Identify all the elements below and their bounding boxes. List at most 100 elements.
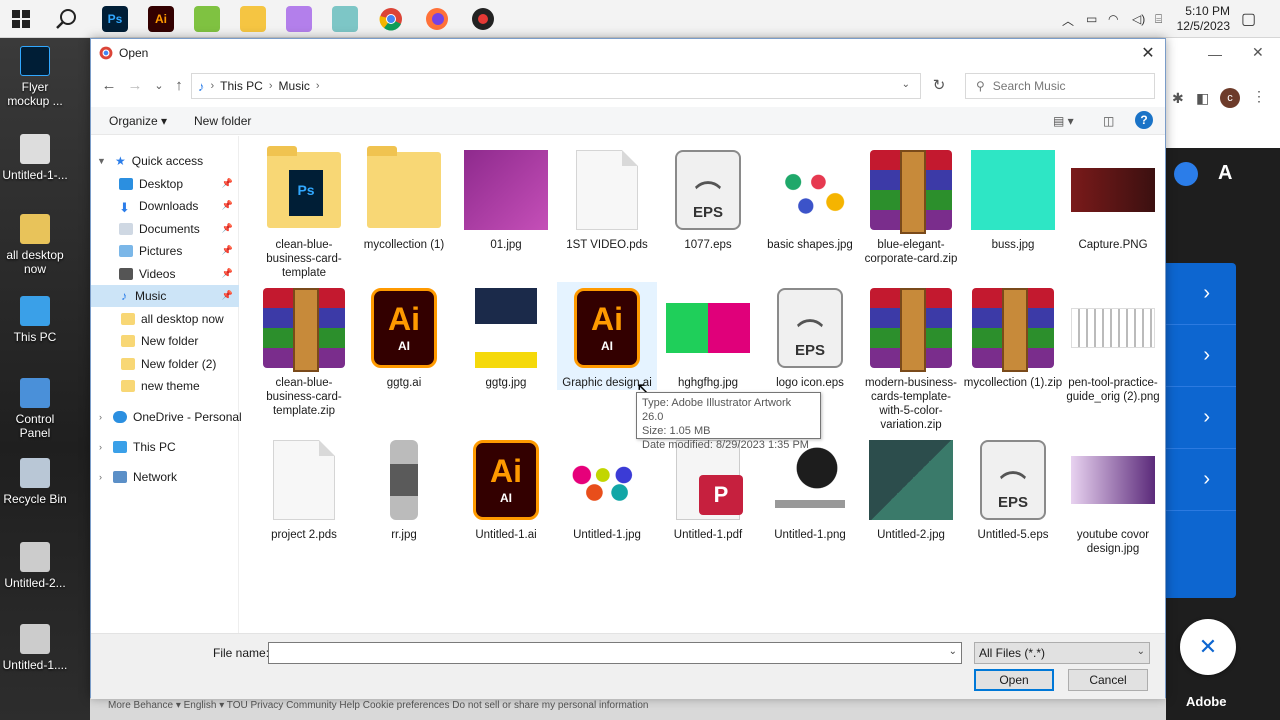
- chevron-right-icon[interactable]: ›: [1166, 263, 1236, 325]
- close-icon[interactable]: ✕: [1252, 44, 1264, 61]
- files-app-icon[interactable]: [332, 6, 358, 32]
- nav-music[interactable]: ♪ Music 📌: [91, 285, 239, 307]
- chevron-up-icon[interactable]: ︿: [1062, 12, 1074, 29]
- nav-folder[interactable]: new theme: [121, 375, 239, 397]
- file-item[interactable]: Ai AI Graphic design.ai: [557, 282, 657, 390]
- nav-folder[interactable]: all desktop now: [121, 308, 239, 330]
- recent-locations-icon[interactable]: ⌄: [149, 76, 169, 96]
- desktop-icon[interactable]: Untitled-1-...: [0, 134, 70, 182]
- file-item[interactable]: blue-elegant-corporate-card.zip: [861, 144, 961, 266]
- desktop-icon[interactable]: This PC: [0, 296, 70, 344]
- preview-pane-icon[interactable]: ◫: [1103, 114, 1114, 128]
- profile-avatar[interactable]: c: [1220, 88, 1240, 108]
- file-item[interactable]: hghgfhg.jpg: [658, 282, 758, 390]
- nav-folder[interactable]: New folder (2): [121, 353, 239, 375]
- file-item[interactable]: Capture.PNG: [1063, 144, 1163, 252]
- file-item[interactable]: clean-blue-business-card-template.zip: [254, 282, 354, 418]
- chevron-right-icon[interactable]: ›: [99, 412, 102, 422]
- breadcrumb-music[interactable]: Music: [279, 79, 310, 93]
- volume-icon[interactable]: ◁): [1132, 12, 1145, 26]
- chevron-right-icon[interactable]: ›: [99, 472, 102, 482]
- desktop-icon[interactable]: all desktop now: [0, 214, 70, 276]
- language-icon[interactable]: ⌸: [1155, 12, 1162, 27]
- search-icon[interactable]: [54, 6, 80, 32]
- file-item[interactable]: Ai AI ggtg.ai: [354, 282, 454, 390]
- nav-this-pc[interactable]: This PC: [113, 436, 239, 458]
- close-icon[interactable]: ✕: [1137, 43, 1159, 63]
- chevron-right-icon[interactable]: ›: [211, 80, 215, 92]
- chrome-icon[interactable]: [378, 6, 404, 32]
- up-arrow-icon[interactable]: ↑: [169, 76, 189, 96]
- nav-network[interactable]: Network: [113, 466, 239, 488]
- open-button[interactable]: Open: [974, 669, 1054, 691]
- file-item[interactable]: buss.jpg: [963, 144, 1063, 252]
- chevron-right-icon[interactable]: ›: [99, 442, 102, 452]
- refresh-icon[interactable]: ↻: [929, 76, 949, 96]
- desktop-icon[interactable]: Control Panel: [0, 378, 70, 440]
- file-item[interactable]: ⌒ EPS 1077.eps: [658, 144, 758, 252]
- windows-start-icon[interactable]: [8, 6, 34, 32]
- feather-pen-icon[interactable]: [286, 6, 312, 32]
- file-item[interactable]: Ps clean-blue-business-card-template: [254, 144, 354, 280]
- file-item[interactable]: 01.jpg: [456, 144, 556, 252]
- chevron-down-icon[interactable]: ⌄: [949, 646, 957, 657]
- extensions-icon[interactable]: ✱: [1172, 90, 1184, 107]
- chevron-down-icon[interactable]: ▼: [97, 156, 106, 166]
- nav-pictures[interactable]: Pictures 📌: [119, 240, 239, 262]
- nav-quick-access[interactable]: ★ Quick access: [115, 150, 237, 172]
- file-type-select[interactable]: All Files (*.*) ⌄: [974, 642, 1150, 664]
- file-item[interactable]: basic shapes.jpg: [760, 144, 860, 252]
- chevron-right-icon[interactable]: ›: [269, 80, 273, 92]
- file-item[interactable]: ggtg.jpg: [456, 282, 556, 390]
- photoshop-icon[interactable]: Ps: [102, 6, 128, 32]
- sidepanel-icon[interactable]: ◧: [1196, 90, 1209, 107]
- address-bar[interactable]: ♪ › This PC › Music › ⌄: [191, 73, 921, 99]
- desktop-icon[interactable]: Flyer mockup ...: [0, 46, 70, 108]
- desktop-icon[interactable]: Untitled-1....: [0, 624, 70, 672]
- search-input[interactable]: ⚲ Search Music: [965, 73, 1155, 99]
- cancel-button[interactable]: Cancel: [1068, 669, 1148, 691]
- nav-desktop[interactable]: Desktop 📌: [119, 173, 239, 195]
- nav-onedrive[interactable]: OneDrive - Personal: [113, 406, 242, 428]
- firefox-icon[interactable]: [424, 6, 450, 32]
- desktop-icon[interactable]: Recycle Bin: [0, 458, 70, 506]
- file-item[interactable]: mycollection (1).zip: [963, 282, 1063, 390]
- nav-documents[interactable]: Documents 📌: [119, 218, 239, 240]
- chevron-right-icon[interactable]: ›: [316, 80, 320, 92]
- file-item[interactable]: 1ST VIDEO.pds: [557, 144, 657, 252]
- back-arrow-icon[interactable]: ←: [99, 76, 119, 96]
- chevron-down-icon[interactable]: ⌄: [902, 79, 910, 90]
- taskbar-clock[interactable]: 5:10 PM 12/5/2023: [1170, 4, 1230, 34]
- desktop-icon[interactable]: Untitled-2...: [0, 542, 70, 590]
- nav-downloads[interactable]: ⬇ Downloads 📌: [119, 195, 239, 217]
- wifi-icon[interactable]: ◠: [1108, 12, 1118, 26]
- breadcrumb-this-pc[interactable]: This PC: [220, 79, 263, 93]
- file-name-input[interactable]: ⌄: [268, 642, 962, 664]
- change-view-icon[interactable]: ▤ ▾: [1053, 114, 1074, 128]
- help-icon[interactable]: ?: [1135, 111, 1153, 129]
- new-folder-button[interactable]: New folder: [194, 114, 251, 128]
- file-explorer-icon[interactable]: [240, 6, 266, 32]
- file-item[interactable]: ⌒ EPS Untitled-5.eps: [963, 434, 1063, 542]
- notification-icon[interactable]: ▢: [1241, 9, 1256, 29]
- file-item[interactable]: mycollection (1): [354, 144, 454, 252]
- file-item[interactable]: rr.jpg: [354, 434, 454, 542]
- minimize-icon[interactable]: —: [1208, 46, 1222, 62]
- close-menu-button[interactable]: ✕: [1180, 619, 1236, 675]
- nav-videos[interactable]: Videos 📌: [119, 263, 239, 285]
- notepad-icon[interactable]: [194, 6, 220, 32]
- battery-icon[interactable]: ▭: [1086, 12, 1097, 26]
- illustrator-icon[interactable]: Ai: [148, 6, 174, 32]
- file-item[interactable]: youtube covor design.jpg: [1063, 434, 1163, 556]
- chevron-right-icon[interactable]: ›: [1166, 449, 1236, 511]
- more-menu-icon[interactable]: ⋮: [1252, 88, 1266, 105]
- file-item[interactable]: Ai AI Untitled-1.ai: [456, 434, 556, 542]
- nav-folder[interactable]: New folder: [121, 330, 239, 352]
- chevron-right-icon[interactable]: ›: [1166, 387, 1236, 449]
- file-item[interactable]: modern-business-cards-template-with-5-co…: [861, 282, 961, 432]
- organize-button[interactable]: Organize ▾: [109, 114, 167, 128]
- file-item[interactable]: project 2.pds: [254, 434, 354, 542]
- forward-arrow-icon[interactable]: →: [125, 76, 145, 96]
- file-item[interactable]: ⌒ EPS logo icon.eps: [760, 282, 860, 390]
- obs-icon[interactable]: [470, 6, 496, 32]
